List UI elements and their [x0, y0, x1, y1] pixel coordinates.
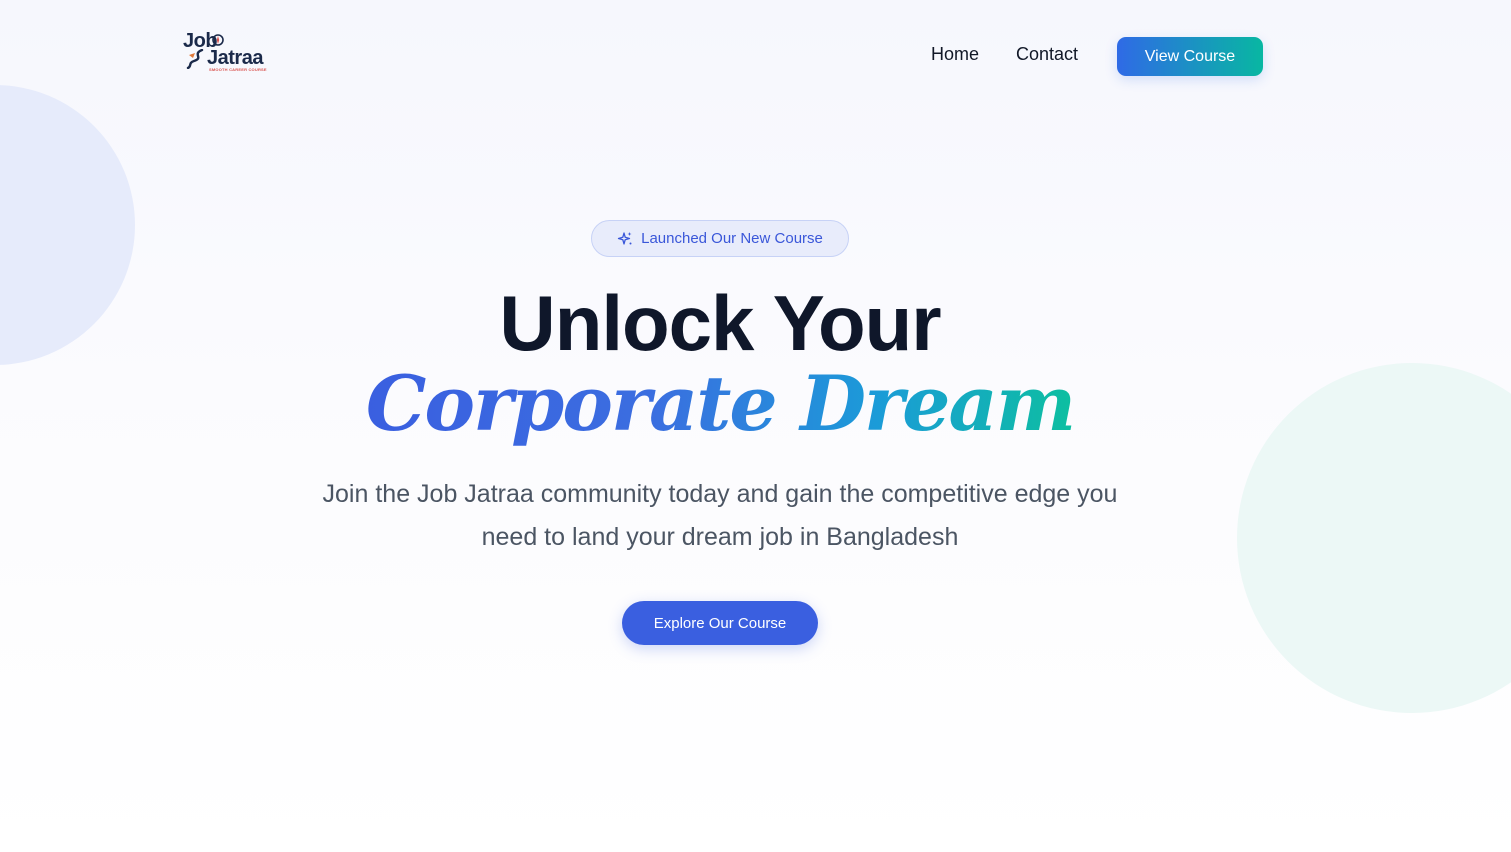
nav-link-home[interactable]: Home [931, 44, 979, 65]
main-nav: Home Contact View Course [0, 37, 1511, 77]
explore-course-button[interactable]: Explore Our Course [622, 601, 818, 645]
view-course-button[interactable]: View Course [1117, 37, 1263, 76]
new-course-badge[interactable]: Launched Our New Course [591, 220, 849, 257]
badge-label: Launched Our New Course [641, 230, 823, 247]
sparkles-icon [617, 231, 632, 245]
hero-subtitle: Join the Job Jatraa community today and … [322, 480, 1118, 551]
site-header: Job Jatraa SMOOTH CAREER COURSE Home Con… [0, 0, 1511, 110]
landing-page: Job Jatraa SMOOTH CAREER COURSE Home Con… [0, 0, 1511, 852]
nav-link-contact[interactable]: Contact [1016, 44, 1078, 65]
hero-script-headline: Corporate Dream [366, 356, 1076, 452]
hero-script-headline-wrap: Corporate Dream [0, 356, 1440, 466]
hero-headline: Unlock Your [499, 279, 941, 367]
